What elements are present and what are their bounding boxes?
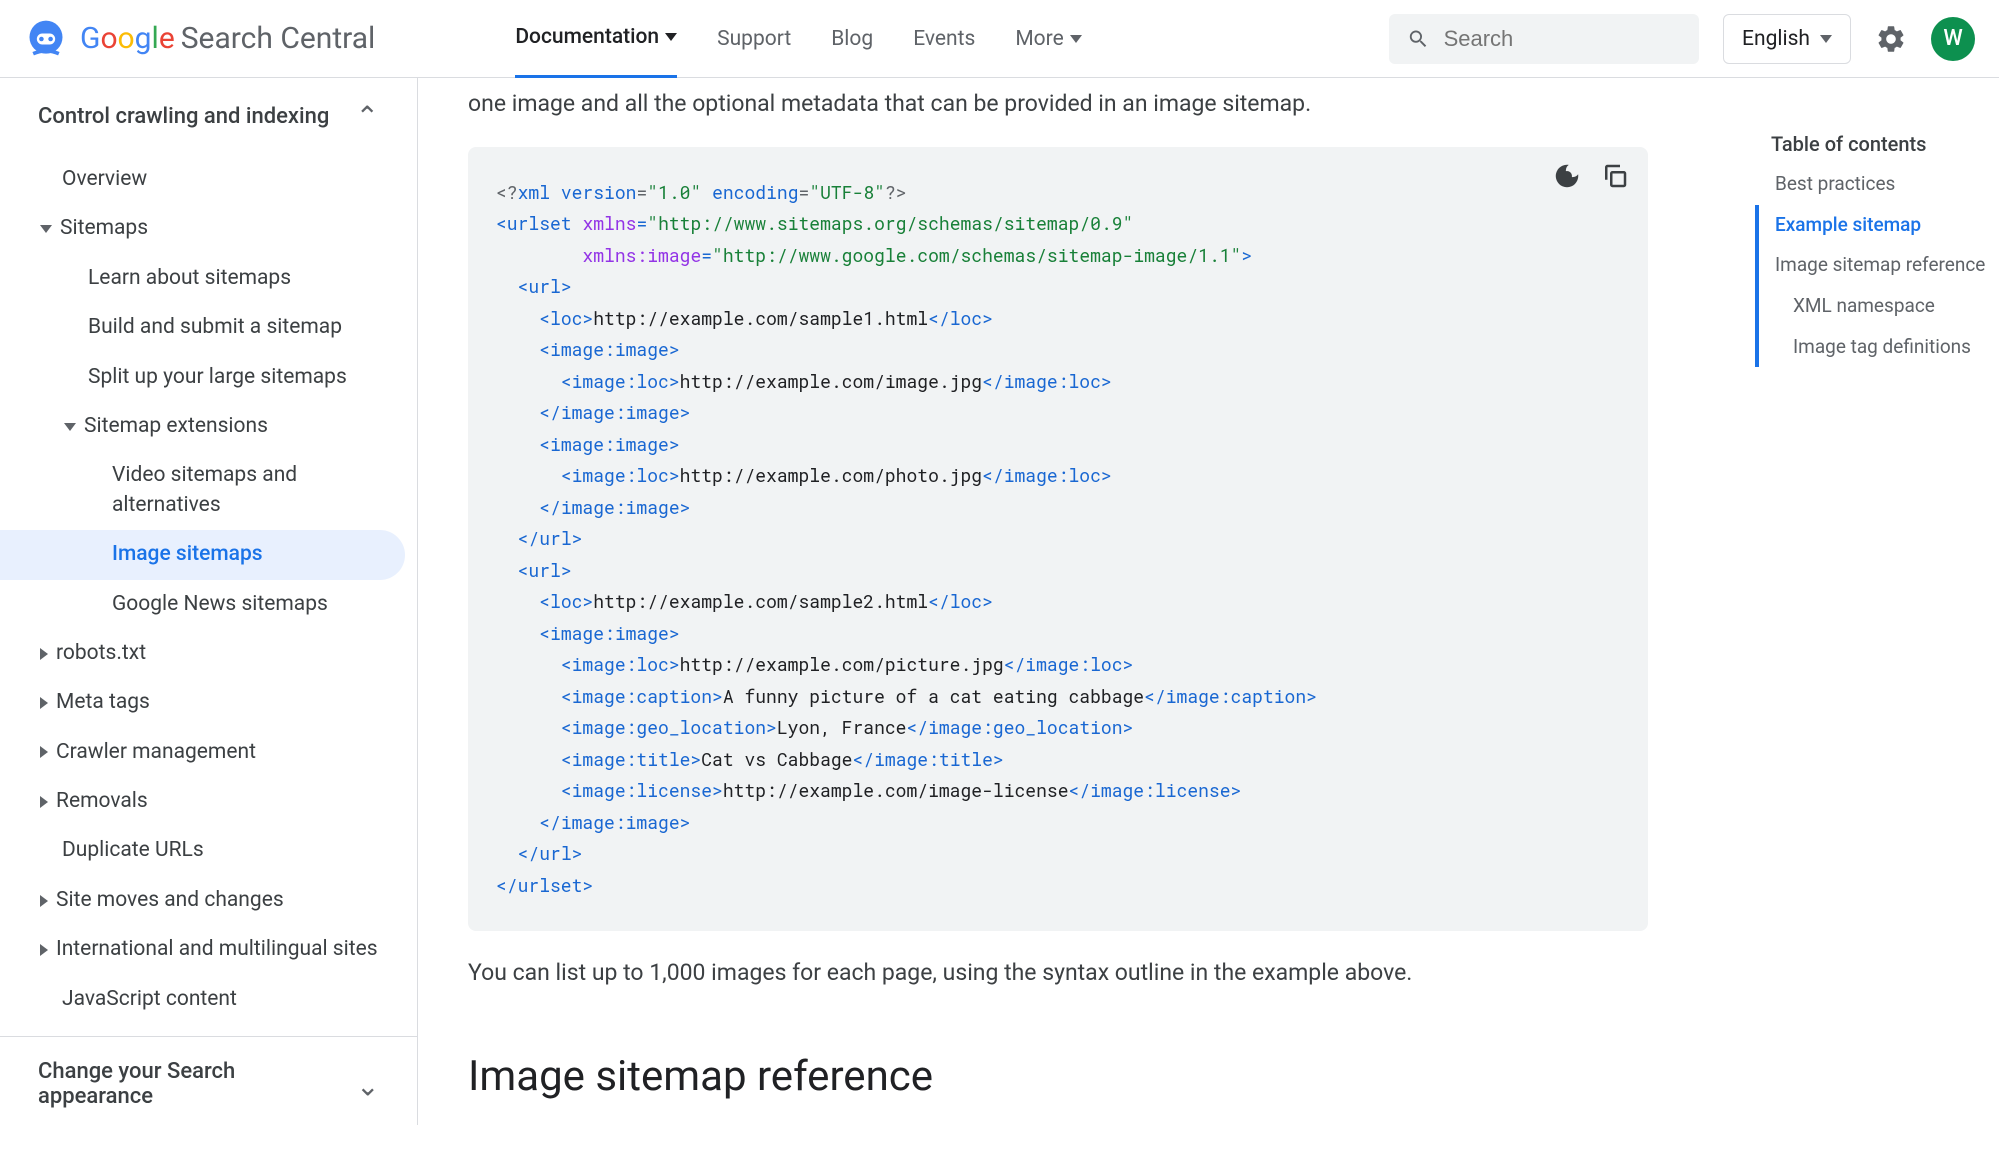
sidebar-section-appearance: Change your Search appearance ⌃ [0, 1037, 417, 1125]
code-pre[interactable]: <?xml version="1.0" encoding="UTF-8"?> <… [468, 147, 1648, 932]
logo-text: GoogleSearch Central [80, 21, 375, 56]
table-of-contents: Table of contents Best practices Example… [1747, 100, 1987, 367]
chevron-down-icon [1820, 35, 1832, 43]
sidebar-item-meta-tags[interactable]: Meta tags [0, 678, 417, 727]
sidebar-item-site-moves[interactable]: Site moves and changes [0, 876, 417, 925]
sidebar-section-crawling: Control crawling and indexing ⌃ Overview… [0, 78, 417, 1037]
gear-icon[interactable] [1875, 23, 1907, 55]
arrow-right-icon [40, 944, 48, 956]
arrow-down-icon [64, 423, 76, 431]
left-sidebar: Control crawling and indexing ⌃ Overview… [0, 78, 418, 1125]
heading-reference: Image sitemap reference [468, 1052, 1648, 1101]
sidebar-item-news-sitemaps[interactable]: Google News sitemaps [0, 580, 417, 629]
sidebar-item-learn-sitemaps[interactable]: Learn about sitemaps [0, 254, 417, 303]
sidebar-item-sitemap-extensions[interactable]: Sitemap extensions [0, 402, 417, 451]
sidebar-item-removals[interactable]: Removals [0, 777, 417, 826]
nav-blog[interactable]: Blog [831, 0, 873, 78]
arrow-right-icon [40, 796, 48, 808]
dark-mode-icon[interactable] [1552, 161, 1582, 191]
chevron-down-icon: ⌃ [356, 1068, 379, 1101]
toc-title: Table of contents [1771, 124, 1987, 164]
nav-more[interactable]: More [1015, 0, 1081, 78]
header-right: English W [1389, 14, 1975, 64]
sidebar-item-video-sitemaps[interactable]: Video sitemaps and alternatives [0, 451, 417, 530]
sidebar-item-robots[interactable]: robots.txt [0, 629, 417, 678]
nav-documentation[interactable]: Documentation [515, 0, 677, 78]
toc-reference[interactable]: Image sitemap reference [1755, 245, 1987, 286]
nav-support[interactable]: Support [717, 0, 791, 78]
sidebar-item-build-sitemap[interactable]: Build and submit a sitemap [0, 303, 417, 352]
sidebar-item-image-sitemaps[interactable]: Image sitemaps [0, 530, 405, 579]
nav-events[interactable]: Events [913, 0, 975, 78]
logo-area[interactable]: GoogleSearch Central [24, 17, 375, 61]
arrow-down-icon [40, 225, 52, 233]
sidebar-section-head-appearance[interactable]: Change your Search appearance ⌃ [0, 1037, 417, 1125]
toc-tag-definitions[interactable]: Image tag definitions [1755, 327, 1987, 368]
partial-paragraph: one image and all the optional metadata … [468, 86, 1648, 123]
search-icon [1407, 26, 1430, 52]
sidebar-section-head-crawling[interactable]: Control crawling and indexing ⌃ [0, 78, 417, 155]
search-central-logo-icon [24, 17, 68, 61]
arrow-right-icon [40, 895, 48, 907]
sidebar-item-sitemaps[interactable]: Sitemaps [0, 204, 417, 253]
user-avatar[interactable]: W [1931, 17, 1975, 61]
main-area: one image and all the optional metadata … [418, 78, 1999, 1161]
search-input[interactable] [1444, 26, 1681, 52]
sidebar-item-duplicate-urls[interactable]: Duplicate URLs [0, 826, 417, 875]
sidebar-item-overview[interactable]: Overview [0, 155, 417, 204]
sidebar-item-split-sitemaps[interactable]: Split up your large sitemaps [0, 353, 417, 402]
chevron-up-icon: ⌃ [356, 100, 379, 133]
toc-best-practices[interactable]: Best practices [1755, 164, 1987, 205]
sidebar-item-crawler-mgmt[interactable]: Crawler management [0, 728, 417, 777]
chevron-down-icon [1070, 35, 1082, 43]
arrow-right-icon [40, 648, 48, 660]
sidebar-item-intl-sites[interactable]: International and multilingual sites [0, 925, 417, 974]
copy-icon[interactable] [1600, 161, 1630, 191]
code-block: <?xml version="1.0" encoding="UTF-8"?> <… [468, 147, 1648, 932]
language-selector[interactable]: English [1723, 14, 1851, 64]
top-header: GoogleSearch Central Documentation Suppo… [0, 0, 1999, 78]
chevron-down-icon [665, 33, 677, 41]
arrow-right-icon [40, 746, 48, 758]
code-tools [1552, 161, 1630, 191]
primary-nav: Documentation Support Blog Events More [515, 0, 1081, 78]
article-content: one image and all the optional metadata … [418, 78, 1698, 1161]
toc-example-sitemap[interactable]: Example sitemap [1755, 205, 1987, 246]
search-box[interactable] [1389, 14, 1699, 64]
sidebar-item-js-content[interactable]: JavaScript content [0, 975, 417, 1036]
arrow-right-icon [40, 697, 48, 709]
toc-xml-namespace[interactable]: XML namespace [1755, 286, 1987, 327]
after-code-paragraph: You can list up to 1,000 images for each… [468, 955, 1648, 992]
